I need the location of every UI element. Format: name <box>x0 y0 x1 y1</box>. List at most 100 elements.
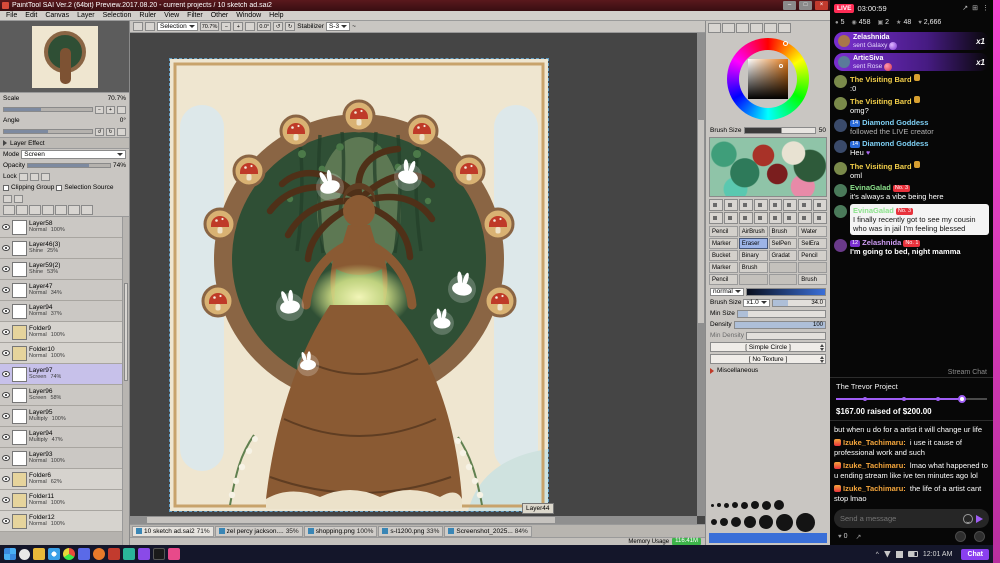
brush-icon[interactable] <box>738 212 753 224</box>
tool-selera[interactable]: SelEra <box>798 238 827 249</box>
min-size-slider[interactable] <box>736 309 826 318</box>
fundraiser-panel[interactable]: The Trevor Project $167.00 raised of $20… <box>830 376 993 421</box>
title-bar[interactable]: PaintTool SAI Ver.2 (64bit) Preview.2017… <box>0 0 830 11</box>
menu-other[interactable]: Other <box>207 12 233 19</box>
zoom-in-button[interactable]: + <box>233 22 244 31</box>
opacity-slider[interactable] <box>27 163 111 168</box>
chat-toggle-button[interactable]: Chat <box>961 548 989 560</box>
taskbar-app-icon[interactable] <box>123 548 135 560</box>
taskbar-app-icon[interactable] <box>138 548 150 560</box>
tool-marker[interactable]: Marker <box>709 238 738 249</box>
taskbar-app-icon[interactable] <box>153 548 165 560</box>
tool-marker2[interactable]: Marker <box>709 262 738 273</box>
chat-message[interactable]: Izuke_Tachimaru: lmao what happened to u… <box>834 461 989 480</box>
zoom-icon[interactable] <box>768 199 783 211</box>
rotate-ccw-button[interactable]: ↺ <box>273 22 284 31</box>
clipping-group-checkbox[interactable] <box>3 184 9 191</box>
menu-view[interactable]: View <box>160 12 183 19</box>
lock-position-icon[interactable] <box>40 172 50 181</box>
selera-icon[interactable] <box>813 212 827 224</box>
more-button[interactable] <box>974 531 985 542</box>
duplicate-layer-button[interactable] <box>42 205 54 215</box>
menu-ruler[interactable]: Ruler <box>135 12 160 19</box>
zoom-out-button[interactable]: − <box>95 105 104 114</box>
tool-selpen[interactable]: SelPen <box>768 238 798 249</box>
start-button[interactable] <box>4 548 16 560</box>
visibility-eye-icon[interactable] <box>2 476 10 482</box>
visibility-eye-icon[interactable] <box>2 224 10 230</box>
layer-row[interactable]: Layer47 Normal 34% <box>0 280 122 301</box>
layer-effect-header[interactable]: Layer Effect <box>0 137 129 149</box>
chat-username[interactable]: Zelashnida <box>862 238 901 247</box>
menu-selection[interactable]: Selection <box>99 12 136 19</box>
lock-opacity-icon[interactable] <box>18 172 28 181</box>
layer-row[interactable]: Layer94 Multiply 47% <box>0 427 122 448</box>
search-button[interactable] <box>19 548 30 560</box>
spinner-arrows-icon[interactable] <box>820 356 824 363</box>
swatches-toggle-icon[interactable] <box>750 22 763 33</box>
size-preset-dot[interactable] <box>717 503 721 507</box>
chat-message[interactable]: 14 Diamond Goddess followed the LIVE creat… <box>834 118 989 136</box>
tool-binary[interactable]: Binary <box>738 250 768 261</box>
size-preset-dot[interactable] <box>720 518 728 526</box>
chat-message-input[interactable] <box>840 514 960 523</box>
gift-sender[interactable]: ArticSiva <box>853 55 883 62</box>
minimize-button[interactable]: – <box>783 1 796 10</box>
selection-tool-dropdown[interactable]: Selection <box>157 22 198 31</box>
visibility-eye-icon[interactable] <box>2 371 10 377</box>
visibility-eye-icon[interactable] <box>2 329 10 335</box>
chat-feed[interactable]: Zelashnida sent Galaxy x1 ArticSiva sent… <box>830 29 993 369</box>
taskbar-file-explorer-icon[interactable] <box>33 548 45 560</box>
menu-filter[interactable]: Filter <box>183 12 207 19</box>
size-preset-dot[interactable] <box>759 515 773 529</box>
menu-window[interactable]: Window <box>232 12 265 19</box>
chat-feed-secondary[interactable]: but when u do for a artist it will chang… <box>830 421 993 508</box>
delete-layer-button[interactable] <box>81 205 93 215</box>
fit-view-button[interactable] <box>245 22 256 31</box>
grid-icon[interactable]: ⊞ <box>972 4 978 12</box>
chat-username[interactable]: EvinaGalad <box>850 183 891 192</box>
size-preset-dot[interactable] <box>796 512 815 532</box>
tool-eraser-selected[interactable]: Eraser <box>738 238 768 249</box>
document-tab[interactable]: s-l1200.png 33% <box>378 525 444 537</box>
visibility-eye-icon[interactable] <box>2 392 10 398</box>
chat-username[interactable]: Izuke_Tachimaru: <box>843 438 906 447</box>
chat-message[interactable]: 12 Zelashnida No. 1 I'm going to bed, night… <box>834 238 989 256</box>
vertical-scrollbar[interactable] <box>697 33 705 516</box>
document-tab[interactable]: 10 sketch ad.sai2 71% <box>132 525 214 537</box>
chat-message[interactable]: EvinaGalad No. 3 it's always a vibe being … <box>834 183 989 201</box>
zoom-out-button[interactable]: − <box>221 22 232 31</box>
chat-username[interactable]: The Visiting Bard <box>850 97 912 106</box>
angle-slider[interactable] <box>3 129 93 134</box>
size-preset-dot[interactable] <box>711 503 714 507</box>
chat-username[interactable]: Izuke_Tachimaru: <box>843 484 906 493</box>
chat-username[interactable]: The Visiting Bard <box>850 162 912 171</box>
lock-pixels-icon[interactable] <box>29 172 39 181</box>
rotate-icon[interactable] <box>783 199 798 211</box>
spinner-arrows-icon[interactable] <box>820 344 824 351</box>
tool-slot-empty[interactable] <box>768 274 798 285</box>
miscellaneous-header[interactable]: Miscellaneous <box>706 365 830 376</box>
rotate-cw-button[interactable]: ↻ <box>106 127 115 136</box>
tool-gradation[interactable]: Gradat <box>768 250 798 261</box>
layer-row[interactable]: Layer95 Multiply 100% <box>0 406 122 427</box>
tool-pencil[interactable]: Pencil <box>709 226 738 237</box>
size-preset-dot[interactable] <box>711 519 717 525</box>
color-picker-icon[interactable] <box>813 199 827 211</box>
tool-brush2[interactable]: Brush <box>738 262 768 273</box>
brush-texture-dropdown[interactable]: [ No Texture ] <box>710 354 826 364</box>
visibility-eye-icon[interactable] <box>2 245 10 251</box>
size-preset-dot[interactable] <box>741 501 748 509</box>
gift-notification[interactable]: ArticSiva sent Rose x1 <box>834 53 989 71</box>
heart-icon[interactable]: ♥ <box>838 534 842 540</box>
folder-row[interactable]: Folder10 Normal 100% <box>0 343 122 364</box>
color-scratchpad[interactable] <box>709 137 827 197</box>
gift-sender[interactable]: Zelashnida <box>853 34 890 41</box>
scratchpad-toggle-icon[interactable] <box>764 22 777 33</box>
tool-slot-empty[interactable] <box>768 262 798 273</box>
folder-row[interactable]: Folder11 Normal 100% <box>0 490 122 511</box>
chat-username[interactable]: Izuke_Tachimaru: <box>843 461 906 470</box>
tool-airbrush[interactable]: AirBrush <box>738 226 768 237</box>
chat-message[interactable]: The Visiting Bard:0 <box>834 74 989 93</box>
share-icon[interactable]: ↗ <box>962 4 968 12</box>
